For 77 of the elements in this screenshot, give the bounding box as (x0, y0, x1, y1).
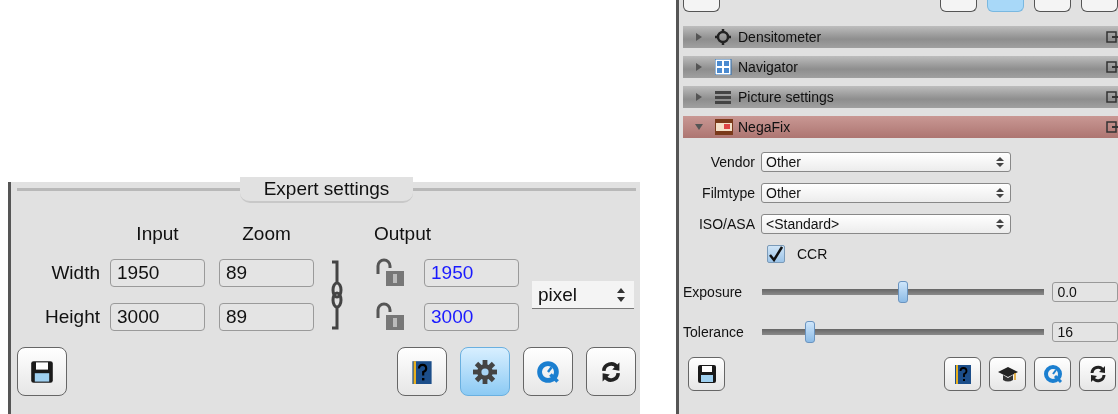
field-label: Vendor (709, 154, 756, 170)
graduation-cap-icon (997, 364, 1018, 384)
slider-thumb[interactable] (805, 321, 816, 343)
slider-thumb[interactable] (898, 281, 909, 303)
refresh-icon (599, 359, 623, 384)
toolbar-button[interactable] (989, 357, 1026, 391)
field-label: ISO/ASA (697, 216, 756, 232)
slider-label: Exposure (683, 284, 744, 300)
magnifier-icon (536, 359, 560, 384)
section-header[interactable]: Densitometer (683, 26, 1118, 48)
dropdown-value: Other (766, 154, 801, 170)
toolbar-button[interactable] (1081, 0, 1118, 12)
output-field[interactable]: 1950 (424, 259, 519, 287)
spinner-arrows-icon (616, 286, 626, 303)
gear-icon (473, 359, 497, 384)
dropdown-value: Other (766, 185, 801, 201)
toolbar-button[interactable] (17, 347, 67, 396)
output-field[interactable]: 3000 (424, 303, 519, 331)
collapse-arrow-icon (695, 123, 703, 131)
toolbar-button[interactable] (1034, 0, 1071, 12)
checkbox[interactable] (767, 245, 785, 263)
toolbar-button[interactable] (397, 347, 447, 396)
input-field[interactable]: 89 (219, 259, 314, 287)
help-book-icon (952, 364, 973, 384)
slider-label: Tolerance (683, 324, 745, 340)
grid-icon (715, 59, 733, 75)
unit-dropdown[interactable]: pixel (532, 281, 634, 309)
spinner-arrows-icon (996, 156, 1004, 168)
spinner-arrows-icon (996, 187, 1004, 199)
field-label: Filmtype (701, 185, 756, 201)
expand-arrow-icon (695, 63, 703, 71)
column-header: Output (372, 223, 432, 245)
section-title: Navigator (738, 59, 799, 75)
dropdown[interactable]: <Standard> (761, 214, 1011, 234)
spinner-arrows-icon (996, 218, 1004, 230)
value-field[interactable]: 0.0 (1052, 282, 1118, 302)
section-header[interactable]: Picture settings (683, 86, 1118, 108)
toolbar-button[interactable] (683, 0, 720, 12)
help-book-icon (410, 359, 434, 384)
input-field[interactable]: 1950 (110, 259, 205, 287)
checkbox-label: CCR (797, 246, 828, 262)
input-field[interactable]: 89 (219, 303, 314, 331)
panel-title: Expert settings (239, 177, 414, 203)
dropdown-value: pixel (538, 283, 578, 306)
toolbar-button[interactable] (944, 357, 981, 391)
column-header: Input (135, 223, 180, 245)
toolbar-button[interactable] (586, 347, 636, 396)
toolbar-button[interactable] (940, 0, 977, 12)
save-icon (30, 359, 54, 384)
undock-icon (1106, 121, 1118, 133)
undock-icon (1106, 31, 1118, 43)
toolbar-button[interactable] (1079, 357, 1116, 391)
dropdown[interactable]: Other (761, 152, 1011, 172)
row-label: Height (44, 306, 101, 328)
checkmark-icon (769, 246, 783, 262)
input-field[interactable]: 3000 (110, 303, 205, 331)
toolbar-button[interactable] (688, 357, 725, 391)
crosshair-icon (715, 29, 733, 45)
dropdown-value: <Standard> (766, 216, 840, 232)
section-title: Densitometer (738, 29, 823, 45)
expand-arrow-icon (695, 93, 703, 101)
film-strip-icon (715, 119, 733, 135)
undock-icon (1106, 61, 1118, 73)
column-header: Zoom (241, 223, 292, 245)
section-header[interactable]: Navigator (683, 56, 1118, 78)
undock-icon (1106, 91, 1118, 103)
section-header[interactable]: NegaFix (683, 116, 1118, 138)
value-field[interactable]: 16 (1052, 322, 1118, 342)
dropdown[interactable]: Other (761, 183, 1011, 203)
section-title: NegaFix (738, 119, 792, 135)
list-icon (715, 89, 733, 105)
row-label: Width (50, 262, 101, 284)
expand-arrow-icon (695, 33, 703, 41)
toolbar-button[interactable] (460, 347, 510, 396)
magnifier-icon (1042, 364, 1063, 384)
section-title: Picture settings (738, 89, 835, 105)
save-icon (696, 364, 717, 384)
